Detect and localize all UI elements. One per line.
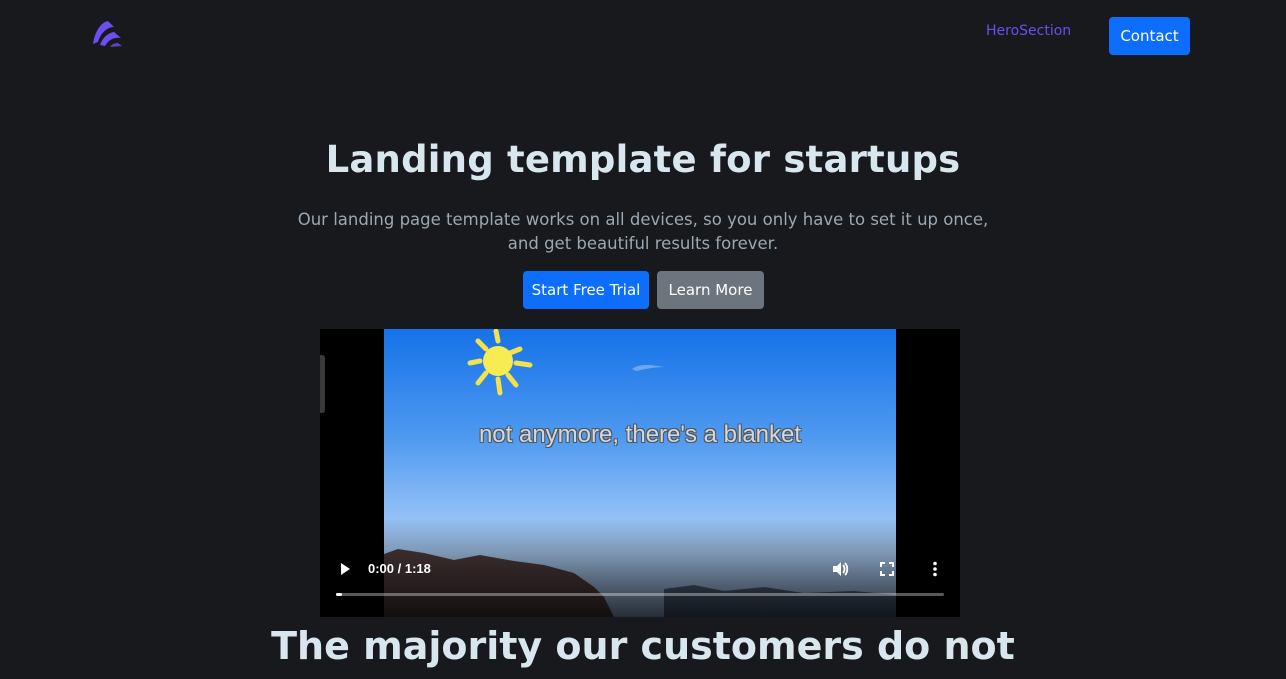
- sun-illustration: [467, 329, 533, 396]
- side-panel-handle[interactable]: [320, 355, 325, 413]
- nav-link-herosection[interactable]: HeroSection: [986, 23, 1071, 39]
- fullscreen-icon[interactable]: [880, 562, 894, 576]
- video-time-display: 0:00 / 1:18: [368, 561, 431, 576]
- landing-page: HeroSection Contact Landing template for…: [0, 0, 1286, 679]
- start-free-trial-button[interactable]: Start Free Trial: [523, 271, 649, 309]
- video-player[interactable]: not anymore, there's a blanket 0:00 / 1:…: [320, 329, 960, 617]
- contact-button[interactable]: Contact: [1109, 17, 1190, 55]
- hero-subtitle-line-1: Our landing page template works on all d…: [297, 210, 989, 229]
- brand-logo-icon[interactable]: [90, 18, 124, 50]
- more-options-icon[interactable]: [931, 561, 939, 577]
- hero-title: Landing template for startups: [325, 138, 961, 181]
- hero-subtitle: Our landing page template works on all d…: [0, 208, 1286, 256]
- hero-subtitle-line-2: and get beautiful results forever.: [507, 234, 779, 253]
- cloud-wisp: [632, 365, 664, 371]
- video-progress-fill: [336, 593, 343, 596]
- learn-more-button[interactable]: Learn More: [657, 271, 764, 309]
- play-icon[interactable]: [338, 562, 352, 576]
- volume-icon[interactable]: [831, 560, 849, 578]
- video-progress-bar[interactable]: [336, 593, 944, 596]
- video-caption: not anymore, there's a blanket: [478, 421, 802, 448]
- section-title: The majority our customers do not: [271, 624, 1015, 668]
